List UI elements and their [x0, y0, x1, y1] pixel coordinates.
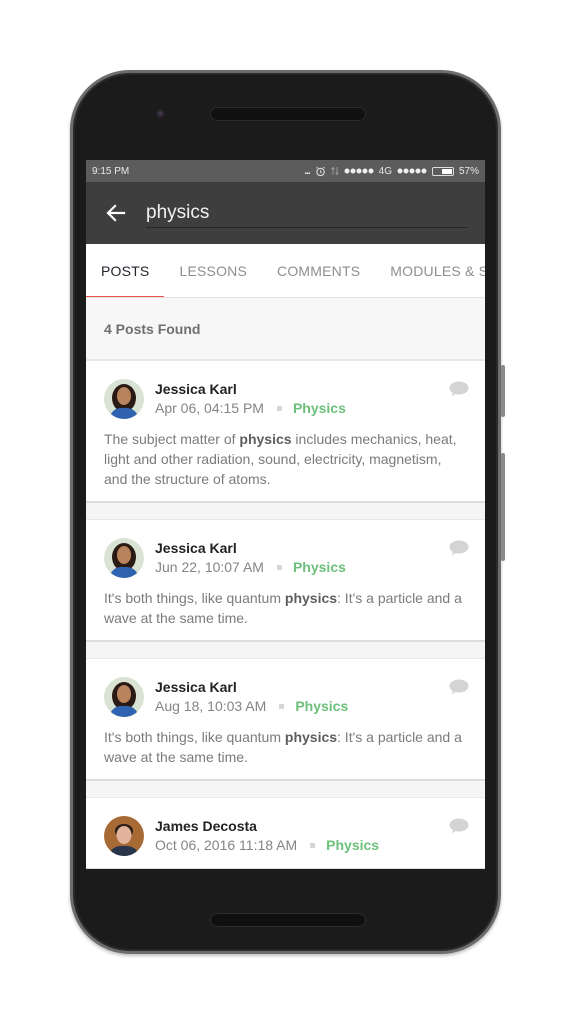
- top-speaker: [210, 107, 366, 121]
- network-type: 4G: [378, 165, 392, 177]
- comment-icon[interactable]: [449, 818, 469, 834]
- alarm-icon: [315, 166, 325, 176]
- tab-comments[interactable]: COMMENTS: [262, 244, 375, 297]
- arrow-left-icon[interactable]: [104, 201, 128, 225]
- search-field: [146, 198, 467, 228]
- post-card[interactable]: James Decosta Oct 06, 2016 11:18 AM Physi…: [86, 797, 485, 869]
- post-body: It's both things, like quantum physics: …: [104, 590, 462, 626]
- data-transfer-icon: [330, 166, 339, 176]
- post-card[interactable]: Jessica Karl Jun 22, 10:07 AM Physics It'…: [86, 519, 485, 642]
- comment-icon[interactable]: [449, 381, 469, 397]
- screen: 9:15 PM ... 4G 57% POSTS LESSONS COMMENT…: [86, 160, 485, 869]
- post-date: Apr 06, 04:15 PM: [155, 400, 264, 416]
- post-list: Jessica Karl Apr 06, 04:15 PM Physics The…: [86, 360, 485, 869]
- search-input[interactable]: [146, 201, 467, 224]
- comment-icon[interactable]: [449, 540, 469, 556]
- post-topic[interactable]: Physics: [293, 557, 346, 577]
- tab-lessons[interactable]: LESSONS: [164, 244, 262, 297]
- battery-fill: [441, 168, 452, 174]
- separator-dot: [279, 703, 285, 709]
- post-body: The subject matter of physics includes m…: [104, 431, 457, 487]
- status-icons: ... 4G 57%: [304, 166, 479, 177]
- battery-icon: [431, 166, 454, 176]
- post-author[interactable]: Jessica Karl: [155, 678, 348, 696]
- post-card[interactable]: Jessica Karl Apr 06, 04:15 PM Physics The…: [86, 360, 485, 503]
- comment-icon[interactable]: [449, 679, 469, 695]
- battery-percent: 57%: [458, 165, 479, 177]
- post-card[interactable]: Jessica Karl Aug 18, 10:03 AM Physics It'…: [86, 658, 485, 781]
- separator-dot: [310, 842, 316, 848]
- separator-dot: [276, 405, 282, 411]
- post-topic[interactable]: Physics: [326, 835, 379, 855]
- tab-posts[interactable]: POSTS: [86, 244, 165, 297]
- avatar-jessica: [104, 538, 144, 578]
- post-topic[interactable]: Physics: [295, 696, 348, 716]
- separator-dot: [276, 564, 282, 570]
- post-author[interactable]: Jessica Karl: [155, 380, 346, 398]
- post-date: Jun 22, 10:07 AM: [155, 559, 264, 575]
- post-author[interactable]: James Decosta: [155, 817, 379, 835]
- avatar-jessica: [104, 677, 144, 717]
- avatar-james: [104, 816, 144, 856]
- results-count: 4 Posts Found: [86, 298, 485, 360]
- power-button: [501, 365, 505, 417]
- status-time: 9:15 PM: [92, 165, 130, 177]
- result-tabs: POSTS LESSONS COMMENTS MODULES & SE: [86, 244, 485, 298]
- post-topic[interactable]: Physics: [293, 398, 346, 418]
- post-body: It's both things, like quantum physics: …: [104, 729, 462, 765]
- post-author[interactable]: Jessica Karl: [155, 539, 346, 557]
- signal-dots-icon-2: [397, 168, 427, 174]
- more-notifications-icon: ...: [304, 165, 310, 177]
- bottom-speaker: [210, 913, 366, 927]
- volume-button: [501, 453, 505, 561]
- post-date: Oct 06, 2016 11:18 AM: [155, 837, 298, 853]
- post-date: Aug 18, 10:03 AM: [155, 698, 267, 714]
- front-camera: [155, 109, 165, 119]
- avatar-jessica: [104, 379, 144, 419]
- search-app-bar: [86, 182, 485, 244]
- status-bar: 9:15 PM ... 4G 57%: [86, 160, 485, 182]
- tab-modules[interactable]: MODULES & SE: [375, 244, 485, 297]
- signal-dots-icon: [344, 168, 374, 174]
